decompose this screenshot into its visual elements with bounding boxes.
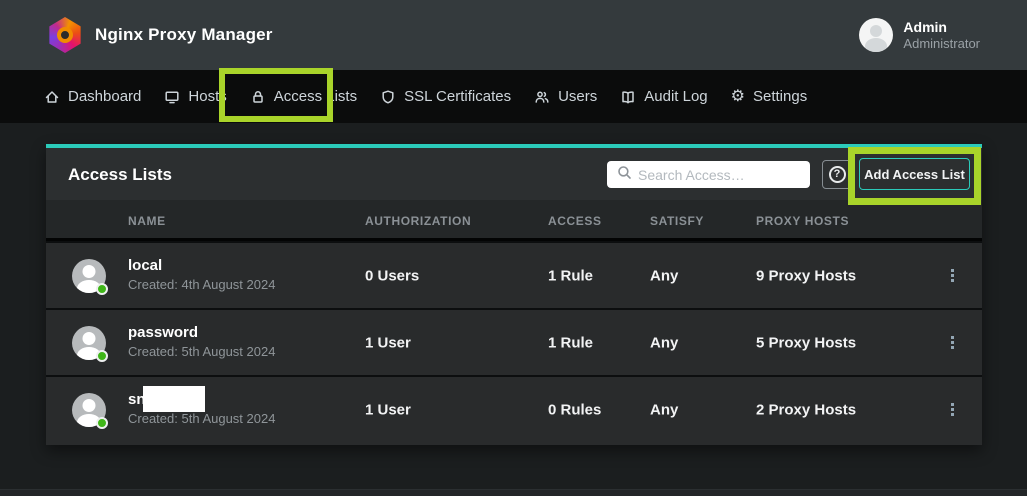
- avatar: [72, 326, 106, 360]
- nav-item-audit-log[interactable]: Audit Log: [620, 88, 707, 105]
- row-actions-kebab-icon[interactable]: [942, 265, 962, 287]
- satisfy-value: Any: [650, 401, 678, 418]
- question-icon: ?: [829, 166, 846, 183]
- nav-item-settings[interactable]: ⚙ Settings: [731, 88, 808, 105]
- table-row[interactable]: password Created: 5th August 2024 1 User…: [46, 308, 982, 375]
- home-icon: [44, 89, 60, 105]
- shield-icon: [380, 89, 396, 105]
- access-list-name[interactable]: password: [128, 323, 275, 342]
- app-title: Nginx Proxy Manager: [95, 25, 273, 45]
- brand[interactable]: Nginx Proxy Manager: [48, 17, 273, 53]
- search-input[interactable]: [638, 167, 788, 183]
- status-online-dot: [96, 283, 108, 295]
- row-actions-kebab-icon[interactable]: [942, 399, 962, 421]
- gear-icon: ⚙: [731, 89, 745, 105]
- users-icon: [534, 89, 550, 105]
- annotation-highlight-access-lists-nav: [219, 68, 333, 122]
- nav-item-label: Audit Log: [644, 88, 707, 105]
- row-actions-kebab-icon[interactable]: [942, 332, 962, 354]
- table-row[interactable]: local Created: 4th August 2024 0 Users 1…: [46, 241, 982, 308]
- satisfy-value: Any: [650, 334, 678, 351]
- status-online-dot: [96, 417, 108, 429]
- column-header-authorization: AUTHORIZATION: [365, 214, 471, 228]
- access-value: 1 Rule: [548, 334, 593, 351]
- user-avatar: [859, 18, 893, 52]
- panel-title: Access Lists: [68, 165, 172, 185]
- column-header-proxy-hosts: PROXY HOSTS: [756, 214, 849, 228]
- monitor-icon: [164, 89, 180, 105]
- authorization-value: 0 Users: [365, 267, 419, 284]
- proxy-hosts-value: 2 Proxy Hosts: [756, 401, 856, 418]
- main-nav: Dashboard Hosts Access Lists SSL Certifi…: [0, 70, 1027, 123]
- created-date: Created: 5th August 2024: [128, 342, 275, 362]
- book-icon: [620, 89, 636, 105]
- created-date: Created: 5th August 2024: [128, 409, 275, 429]
- user-menu[interactable]: Admin Administrator: [859, 18, 980, 52]
- authorization-value: 1 User: [365, 334, 411, 351]
- authorization-value: 1 User: [365, 401, 411, 418]
- nav-item-ssl-certificates[interactable]: SSL Certificates: [380, 88, 511, 105]
- proxy-hosts-value: 5 Proxy Hosts: [756, 334, 856, 351]
- panel-header: Access Lists ? Add Access List: [46, 148, 982, 200]
- access-list-name[interactable]: local: [128, 256, 275, 275]
- column-header-name: NAME: [128, 214, 166, 228]
- satisfy-value: Any: [650, 267, 678, 284]
- user-name: Admin: [903, 19, 980, 36]
- footer-strip: [0, 489, 1027, 496]
- nav-item-label: SSL Certificates: [404, 88, 511, 105]
- column-header-satisfy: SATISFY: [650, 214, 704, 228]
- table-header-row: NAME AUTHORIZATION ACCESS SATISFY PROXY …: [46, 200, 982, 241]
- redaction-box: [143, 386, 205, 412]
- column-header-access: ACCESS: [548, 214, 602, 228]
- user-role: Administrator: [903, 36, 980, 52]
- nav-item-label: Dashboard: [68, 88, 141, 105]
- app-header: Nginx Proxy Manager Admin Administrator: [0, 0, 1027, 70]
- nav-item-label: Users: [558, 88, 597, 105]
- access-value: 0 Rules: [548, 401, 601, 418]
- avatar: [72, 259, 106, 293]
- search-icon: [607, 165, 638, 185]
- app-logo-icon: [48, 17, 82, 53]
- access-value: 1 Rule: [548, 267, 593, 284]
- table-row[interactable]: sn Created: 5th August 2024 1 User 0 Rul…: [46, 375, 982, 442]
- nav-item-hosts[interactable]: Hosts: [164, 88, 226, 105]
- nav-item-label: Settings: [753, 88, 807, 105]
- app-window: Nginx Proxy Manager Admin Administrator …: [0, 0, 1027, 496]
- proxy-hosts-value: 9 Proxy Hosts: [756, 267, 856, 284]
- annotation-highlight-add-access-list-button: [848, 147, 981, 205]
- created-date: Created: 4th August 2024: [128, 275, 275, 295]
- access-lists-panel: Access Lists ? Add Access List NAME AUTH…: [46, 144, 982, 445]
- avatar: [72, 393, 106, 427]
- search-box: [607, 161, 810, 188]
- nav-item-users[interactable]: Users: [534, 88, 597, 105]
- nav-item-dashboard[interactable]: Dashboard: [44, 88, 141, 105]
- status-online-dot: [96, 350, 108, 362]
